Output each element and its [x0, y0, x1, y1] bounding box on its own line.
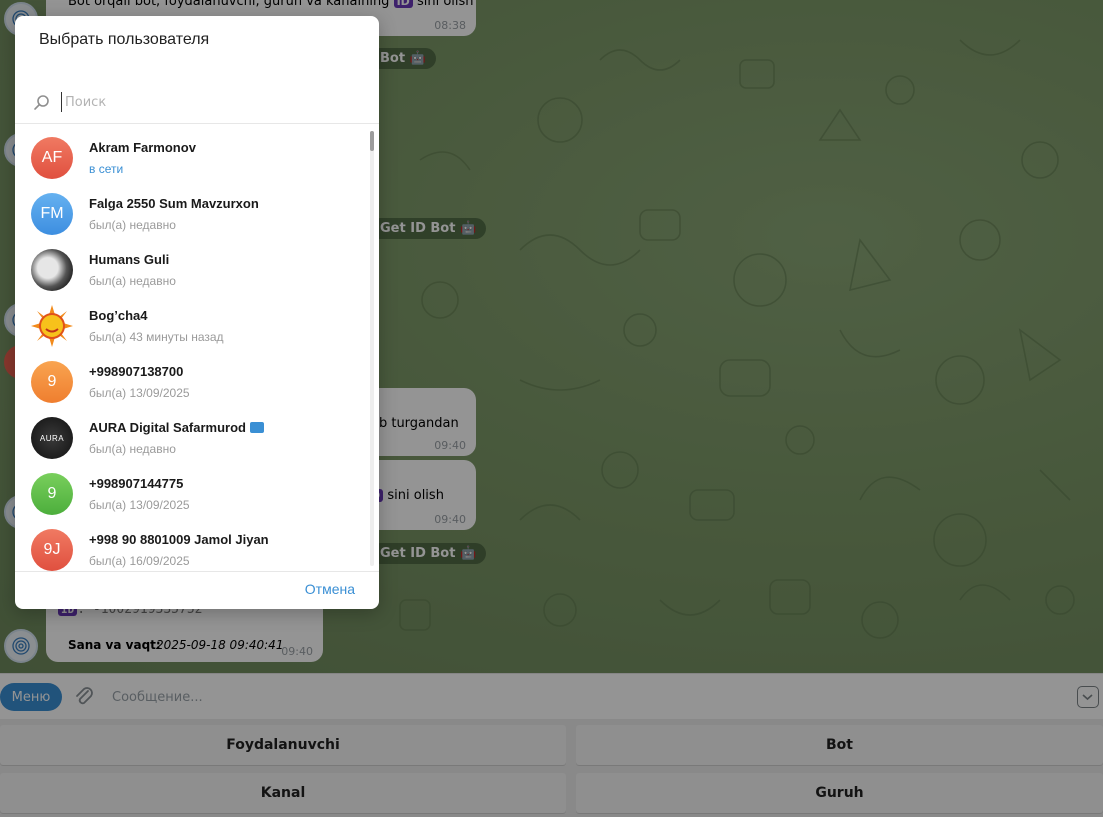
user-row[interactable]: 9 +998907138700 был(а) 13/09/2025: [15, 353, 369, 409]
user-avatar: AF: [31, 137, 73, 179]
search-icon: [34, 95, 49, 110]
user-avatar: FM: [31, 193, 73, 235]
user-name: +998907144775: [89, 476, 184, 491]
user-list: AF Akram Farmonov в сети FM Falga 2550 S…: [15, 125, 379, 571]
user-row[interactable]: 9 +998907144775 был(а) 13/09/2025: [15, 465, 369, 521]
user-name-text: AURA Digital Safarmurod: [89, 420, 246, 435]
user-name: Falga 2550 Sum Mavzurxon: [89, 196, 259, 211]
user-row[interactable]: FM Falga 2550 Sum Mavzurxon был(а) недав…: [15, 185, 369, 241]
user-avatar: 9: [31, 473, 73, 515]
user-avatar: AURA: [31, 417, 73, 459]
user-status: был(а) 16/09/2025: [89, 554, 190, 568]
user-avatar-photo: [31, 249, 73, 291]
user-row[interactable]: Humans Guli был(а) недавно: [15, 241, 369, 297]
user-status: был(а) 13/09/2025: [89, 386, 190, 400]
user-name: AURA Digital Safarmurod: [89, 420, 264, 435]
cancel-button[interactable]: Отмена: [305, 581, 355, 597]
user-name: +998 90 8801009 Jamol Jiyan: [89, 532, 269, 547]
user-status: был(а) недавно: [89, 274, 176, 288]
user-status: был(а) недавно: [89, 442, 176, 456]
briefcase-icon: [249, 422, 264, 433]
user-row[interactable]: AF Akram Farmonov в сети: [15, 129, 369, 185]
list-scrollbar[interactable]: [370, 131, 374, 566]
user-avatar: 9: [31, 361, 73, 403]
user-status: был(а) недавно: [89, 218, 176, 232]
user-status: был(а) 13/09/2025: [89, 498, 190, 512]
user-name: Humans Guli: [89, 252, 170, 267]
dialog-footer: Отмена: [15, 571, 379, 609]
user-name: +998907138700: [89, 364, 184, 379]
search-bar: [15, 82, 379, 124]
user-row[interactable]: 9J +998 90 8801009 Jamol Jiyan был(а) 16…: [15, 521, 369, 571]
user-row[interactable]: Bog’cha4 был(а) 43 минуты назад: [15, 297, 369, 353]
user-status: был(а) 43 минуты назад: [89, 330, 224, 344]
scrollbar-thumb[interactable]: [370, 131, 374, 151]
user-status: в сети: [89, 162, 124, 176]
user-row[interactable]: AURA AURA Digital Safarmurod был(а) неда…: [15, 409, 369, 465]
user-avatar: 9J: [31, 529, 73, 571]
search-input[interactable]: [61, 92, 361, 112]
user-name: Akram Farmonov: [89, 140, 196, 155]
sun-avatar-icon: [31, 305, 73, 347]
select-user-dialog: Выбрать пользователя AF Akram Farmonov в…: [15, 16, 379, 609]
user-name: Bog’cha4: [89, 308, 148, 323]
dialog-title: Выбрать пользователя: [39, 31, 210, 48]
